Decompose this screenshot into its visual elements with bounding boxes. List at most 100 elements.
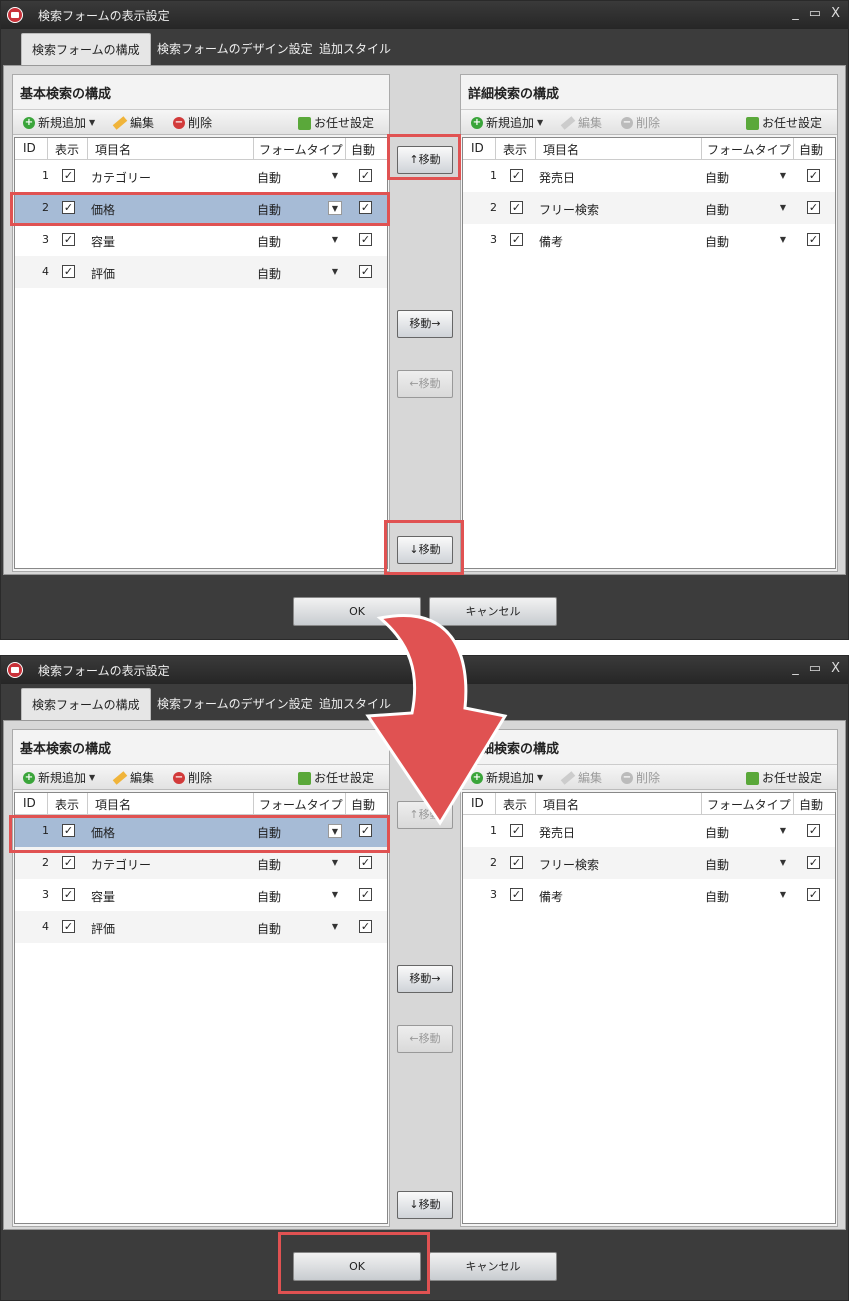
move-left-button[interactable]: ←移動: [397, 370, 453, 398]
col-form-type[interactable]: フォームタイプ: [259, 796, 343, 813]
form-type-dropdown-icon[interactable]: ▼: [328, 824, 342, 838]
shown-checkbox[interactable]: ✓: [62, 920, 75, 933]
shown-checkbox[interactable]: ✓: [62, 201, 75, 214]
shown-checkbox[interactable]: ✓: [62, 856, 75, 869]
edit-button[interactable]: 編集: [560, 769, 602, 787]
edit-button[interactable]: 編集: [112, 769, 154, 787]
maximize-icon[interactable]: ▭: [809, 661, 821, 676]
table-row[interactable]: 4 ✓ 評価 自動 ▼ ✓: [15, 911, 387, 943]
move-right-button[interactable]: 移動→: [397, 310, 453, 338]
col-form-type[interactable]: フォームタイプ: [707, 141, 791, 158]
col-auto[interactable]: 自動: [351, 141, 375, 158]
table-row[interactable]: 1 ✓ 価格 自動 ▼ ✓: [15, 815, 387, 847]
chevron-down-icon[interactable]: ▼: [537, 114, 543, 132]
tab-form-design[interactable]: 検索フォームのデザイン設定: [147, 33, 323, 65]
col-id[interactable]: ID: [23, 796, 36, 810]
move-left-button[interactable]: ←移動: [397, 1025, 453, 1053]
auto-setting-button[interactable]: お任せ設定: [298, 114, 374, 132]
add-button[interactable]: + 新規追加 ▼: [471, 769, 543, 787]
table-row[interactable]: 2 ✓ フリー検索 自動 ▼ ✓: [463, 192, 835, 224]
col-id[interactable]: ID: [471, 141, 484, 155]
form-type-dropdown-icon[interactable]: ▼: [328, 233, 342, 247]
form-type-dropdown-icon[interactable]: ▼: [328, 856, 342, 870]
tab-additional-style[interactable]: 追加スタイル: [309, 33, 401, 65]
auto-checkbox[interactable]: ✓: [807, 233, 820, 246]
auto-checkbox[interactable]: ✓: [359, 824, 372, 837]
auto-checkbox[interactable]: ✓: [807, 824, 820, 837]
auto-checkbox[interactable]: ✓: [807, 856, 820, 869]
shown-checkbox[interactable]: ✓: [510, 856, 523, 869]
tab-additional-style[interactable]: 追加スタイル: [309, 688, 401, 720]
shown-checkbox[interactable]: ✓: [62, 169, 75, 182]
form-type-dropdown-icon[interactable]: ▼: [328, 888, 342, 902]
tab-form-structure[interactable]: 検索フォームの構成: [21, 33, 151, 65]
col-id[interactable]: ID: [471, 796, 484, 810]
edit-button[interactable]: 編集: [560, 114, 602, 132]
auto-checkbox[interactable]: ✓: [359, 201, 372, 214]
delete-button[interactable]: − 削除: [621, 114, 660, 132]
delete-button[interactable]: − 削除: [621, 769, 660, 787]
table-row[interactable]: 3 ✓ 容量 自動 ▼ ✓: [15, 879, 387, 911]
col-auto[interactable]: 自動: [351, 796, 375, 813]
move-down-button[interactable]: ↓移動: [397, 1191, 453, 1219]
shown-checkbox[interactable]: ✓: [62, 824, 75, 837]
col-form-type[interactable]: フォームタイプ: [259, 141, 343, 158]
tab-form-design[interactable]: 検索フォームのデザイン設定: [147, 688, 323, 720]
col-name[interactable]: 項目名: [543, 141, 579, 158]
ok-button[interactable]: OK: [293, 597, 421, 626]
auto-setting-button[interactable]: お任せ設定: [746, 114, 822, 132]
add-button[interactable]: + 新規追加 ▼: [23, 769, 95, 787]
table-row[interactable]: 2 ✓ 価格 自動 ▼ ✓: [15, 192, 387, 224]
col-form-type[interactable]: フォームタイプ: [707, 796, 791, 813]
shown-checkbox[interactable]: ✓: [510, 233, 523, 246]
col-name[interactable]: 項目名: [95, 141, 131, 158]
col-shown[interactable]: 表示: [503, 796, 527, 813]
delete-button[interactable]: − 削除: [173, 769, 212, 787]
form-type-dropdown-icon[interactable]: ▼: [776, 856, 790, 870]
shown-checkbox[interactable]: ✓: [510, 169, 523, 182]
chevron-down-icon[interactable]: ▼: [89, 114, 95, 132]
table-row[interactable]: 1 ✓ カテゴリー 自動 ▼ ✓: [15, 160, 387, 192]
table-row[interactable]: 3 ✓ 容量 自動 ▼ ✓: [15, 224, 387, 256]
close-icon[interactable]: X: [831, 661, 840, 676]
move-right-button[interactable]: 移動→: [397, 965, 453, 993]
form-type-dropdown-icon[interactable]: ▼: [328, 920, 342, 934]
chevron-down-icon[interactable]: ▼: [537, 769, 543, 787]
auto-setting-button[interactable]: お任せ設定: [746, 769, 822, 787]
form-type-dropdown-icon[interactable]: ▼: [776, 888, 790, 902]
shown-checkbox[interactable]: ✓: [62, 888, 75, 901]
auto-checkbox[interactable]: ✓: [359, 856, 372, 869]
auto-checkbox[interactable]: ✓: [359, 920, 372, 933]
close-icon[interactable]: X: [831, 6, 840, 21]
table-row[interactable]: 2 ✓ カテゴリー 自動 ▼ ✓: [15, 847, 387, 879]
ok-button[interactable]: OK: [293, 1252, 421, 1281]
form-type-dropdown-icon[interactable]: ▼: [328, 169, 342, 183]
form-type-dropdown-icon[interactable]: ▼: [328, 265, 342, 279]
form-type-dropdown-icon[interactable]: ▼: [776, 201, 790, 215]
title-bar[interactable]: 検索フォームの表示設定 _ ▭ X: [1, 1, 848, 29]
table-row[interactable]: 2 ✓ フリー検索 自動 ▼ ✓: [463, 847, 835, 879]
table-row[interactable]: 3 ✓ 備考 自動 ▼ ✓: [463, 879, 835, 911]
col-shown[interactable]: 表示: [55, 141, 79, 158]
table-row[interactable]: 1 ✓ 発売日 自動 ▼ ✓: [463, 160, 835, 192]
auto-checkbox[interactable]: ✓: [807, 201, 820, 214]
form-type-dropdown-icon[interactable]: ▼: [776, 233, 790, 247]
minimize-icon[interactable]: _: [792, 6, 799, 21]
tab-form-structure[interactable]: 検索フォームの構成: [21, 688, 151, 720]
col-shown[interactable]: 表示: [503, 141, 527, 158]
form-type-dropdown-icon[interactable]: ▼: [776, 824, 790, 838]
table-row[interactable]: 3 ✓ 備考 自動 ▼ ✓: [463, 224, 835, 256]
shown-checkbox[interactable]: ✓: [510, 824, 523, 837]
shown-checkbox[interactable]: ✓: [62, 265, 75, 278]
col-name[interactable]: 項目名: [95, 796, 131, 813]
auto-setting-button[interactable]: お任せ設定: [298, 769, 374, 787]
cancel-button[interactable]: キャンセル: [429, 1252, 557, 1281]
auto-checkbox[interactable]: ✓: [807, 169, 820, 182]
form-type-dropdown-icon[interactable]: ▼: [328, 201, 342, 215]
auto-checkbox[interactable]: ✓: [807, 888, 820, 901]
col-shown[interactable]: 表示: [55, 796, 79, 813]
col-auto[interactable]: 自動: [799, 796, 823, 813]
delete-button[interactable]: − 削除: [173, 114, 212, 132]
col-auto[interactable]: 自動: [799, 141, 823, 158]
add-button[interactable]: + 新規追加 ▼: [23, 114, 95, 132]
